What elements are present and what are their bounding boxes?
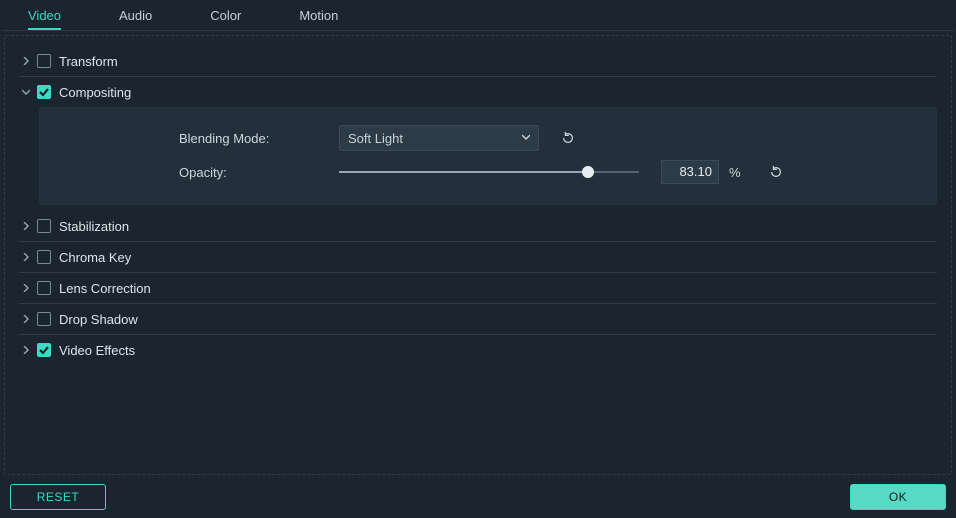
chevron-down-icon (522, 133, 530, 144)
section-label-video-effects: Video Effects (59, 343, 135, 358)
row-blending-mode: Blending Mode: Soft Light (179, 123, 917, 153)
section-label-drop-shadow: Drop Shadow (59, 312, 138, 327)
select-blending-mode[interactable]: Soft Light (339, 125, 539, 151)
chevron-right-icon (19, 253, 33, 261)
section-label-stabilization: Stabilization (59, 219, 129, 234)
section-stabilization: Stabilization (19, 211, 937, 242)
tabs-bar: Video Audio Color Motion (0, 0, 956, 30)
section-head-transform[interactable]: Transform (19, 46, 937, 76)
slider-track (339, 171, 639, 173)
reset-button[interactable]: RESET (10, 484, 106, 510)
tab-audio[interactable]: Audio (119, 1, 152, 30)
section-drop-shadow: Drop Shadow (19, 304, 937, 335)
section-lens-correction: Lens Correction (19, 273, 937, 304)
section-chroma-key: Chroma Key (19, 242, 937, 273)
footer: RESET OK (0, 476, 956, 518)
chevron-right-icon (19, 346, 33, 354)
tab-video[interactable]: Video (28, 1, 61, 30)
checkbox-compositing[interactable] (37, 85, 51, 99)
section-head-drop-shadow[interactable]: Drop Shadow (19, 304, 937, 334)
chevron-right-icon (19, 284, 33, 292)
checkbox-video-effects[interactable] (37, 343, 51, 357)
slider-fill (339, 171, 588, 173)
section-head-compositing[interactable]: Compositing (19, 77, 937, 107)
video-panel: Transform Compositing Blending Mode: Sof… (4, 35, 952, 475)
section-head-chroma-key[interactable]: Chroma Key (19, 242, 937, 272)
section-label-lens-correction: Lens Correction (59, 281, 151, 296)
select-blending-mode-value: Soft Light (348, 131, 403, 146)
ok-button[interactable]: OK (850, 484, 946, 510)
tab-color[interactable]: Color (210, 1, 241, 30)
checkbox-transform[interactable] (37, 54, 51, 68)
section-head-video-effects[interactable]: Video Effects (19, 335, 937, 365)
slider-opacity[interactable] (339, 171, 639, 173)
label-opacity: Opacity: (179, 165, 339, 180)
label-opacity-unit: % (729, 165, 741, 180)
tab-motion[interactable]: Motion (299, 1, 338, 30)
section-head-lens-correction[interactable]: Lens Correction (19, 273, 937, 303)
chevron-right-icon (19, 57, 33, 65)
reset-blending-icon[interactable] (555, 131, 581, 145)
input-opacity-value[interactable]: 83.10 (661, 160, 719, 184)
chevron-right-icon (19, 222, 33, 230)
compositing-body: Blending Mode: Soft Light Opacity: (39, 107, 937, 205)
checkbox-stabilization[interactable] (37, 219, 51, 233)
checkbox-chroma-key[interactable] (37, 250, 51, 264)
chevron-down-icon (19, 88, 33, 96)
section-compositing: Compositing Blending Mode: Soft Light Op… (19, 77, 937, 205)
section-label-chroma-key: Chroma Key (59, 250, 131, 265)
section-transform: Transform (19, 46, 937, 77)
label-blending-mode: Blending Mode: (179, 131, 339, 146)
section-head-stabilization[interactable]: Stabilization (19, 211, 937, 241)
reset-opacity-icon[interactable] (763, 165, 789, 179)
slider-thumb[interactable] (582, 166, 594, 178)
section-label-transform: Transform (59, 54, 118, 69)
section-video-effects: Video Effects (19, 335, 937, 365)
row-opacity: Opacity: 83.10 % (179, 157, 917, 187)
chevron-right-icon (19, 315, 33, 323)
section-label-compositing: Compositing (59, 85, 131, 100)
checkbox-lens-correction[interactable] (37, 281, 51, 295)
checkbox-drop-shadow[interactable] (37, 312, 51, 326)
tabs-underline (2, 30, 954, 31)
